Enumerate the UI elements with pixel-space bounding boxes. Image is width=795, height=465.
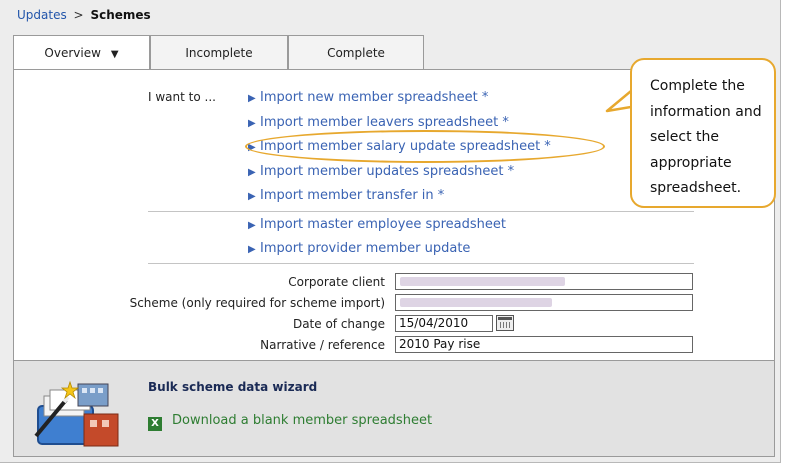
callout-text: Complete the information and select the … — [650, 78, 762, 196]
tab-overview[interactable]: Overview ▼ — [13, 35, 150, 71]
import-member-transfer-link[interactable]: ▶ Import member transfer in * — [248, 188, 444, 203]
instruction-callout: Complete the information and select the … — [630, 58, 776, 208]
scheme-field[interactable] — [395, 294, 693, 311]
date-of-change-input[interactable]: 15/04/2010 — [395, 315, 493, 332]
narrative-label: Narrative / reference — [260, 338, 385, 352]
wizard-title: Bulk scheme data wizard — [148, 380, 318, 394]
calendar-icon[interactable] — [496, 315, 514, 331]
corporate-client-label: Corporate client — [288, 275, 385, 289]
breadcrumb: Updates > Schemes — [17, 8, 151, 22]
redacted-value — [400, 298, 552, 307]
breadcrumb-updates-link[interactable]: Updates — [17, 8, 67, 22]
tab-complete[interactable]: Complete — [288, 35, 424, 69]
section-divider — [148, 263, 694, 264]
intro-label: I want to ... — [148, 90, 216, 104]
corporate-client-field[interactable] — [395, 273, 693, 290]
scheme-label: Scheme (only required for scheme import) — [129, 296, 385, 310]
import-master-employee-link[interactable]: ▶ Import master employee spreadsheet — [248, 217, 506, 232]
tab-incomplete-label: Incomplete — [185, 46, 253, 60]
tab-incomplete[interactable]: Incomplete — [150, 35, 288, 69]
import-new-member-link[interactable]: ▶ Import new member spreadsheet * — [248, 90, 488, 105]
import-member-updates-link[interactable]: ▶ Import member updates spreadsheet * — [248, 164, 514, 179]
wizard-panel — [13, 361, 775, 457]
breadcrumb-separator: > — [73, 8, 84, 22]
narrative-input[interactable]: 2010 Pay rise — [395, 336, 693, 353]
arrow-right-icon: ▶ — [248, 244, 256, 255]
section-divider — [148, 211, 694, 212]
redacted-value — [400, 277, 565, 286]
date-of-change-label: Date of change — [292, 317, 385, 331]
wizard-icon — [34, 380, 119, 447]
tab-overview-label: Overview — [44, 46, 101, 60]
arrow-right-icon: ▶ — [248, 118, 256, 129]
caret-down-icon[interactable]: ▼ — [111, 38, 119, 72]
highlight-ellipse — [245, 130, 605, 163]
arrow-right-icon: ▶ — [248, 220, 256, 231]
tab-complete-label: Complete — [327, 46, 385, 60]
excel-icon: X — [148, 417, 162, 431]
arrow-right-icon: ▶ — [248, 191, 256, 202]
import-provider-member-link[interactable]: ▶ Import provider member update — [248, 241, 470, 256]
arrow-right-icon: ▶ — [248, 93, 256, 104]
download-blank-spreadsheet-link[interactable]: X Download a blank member spreadsheet — [148, 413, 432, 431]
arrow-right-icon: ▶ — [248, 167, 256, 178]
import-member-leavers-link[interactable]: ▶ Import member leavers spreadsheet * — [248, 115, 509, 130]
breadcrumb-current: Schemes — [90, 8, 151, 22]
